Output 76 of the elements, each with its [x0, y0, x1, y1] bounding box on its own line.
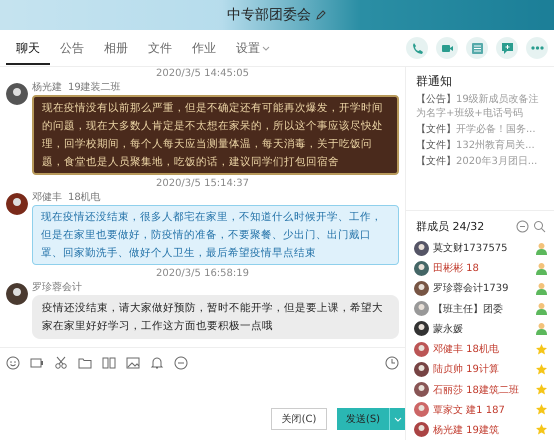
- message-bubble: 疫情还没结束，请大家做好预防，暂时不能开学，但是要上课，希望大家在家里好好学习，工作这方面也要积极一点哦: [32, 295, 399, 339]
- window-title: 中专部团委会: [227, 6, 311, 24]
- member-name[interactable]: 覃家文 建1 187: [433, 402, 531, 417]
- avatar: [414, 321, 429, 336]
- member-name[interactable]: 陆贞帅 19计算: [433, 362, 531, 376]
- timestamp: 2020/3/5 15:14:37: [154, 177, 250, 191]
- add-chat-button[interactable]: [496, 37, 518, 59]
- notice-item[interactable]: 【文件】开学必备！国务...: [416, 123, 544, 137]
- folder-icon[interactable]: [78, 356, 92, 370]
- caret-icon: [394, 415, 402, 423]
- avatar: [414, 301, 429, 316]
- sender-name: 罗珍蓉会计: [32, 281, 82, 295]
- history-icon[interactable]: [385, 356, 399, 370]
- person-icon: [535, 302, 548, 316]
- avatar: [6, 283, 28, 305]
- star-icon: [535, 383, 548, 396]
- tab[interactable]: 公告: [50, 32, 94, 64]
- notice-item[interactable]: 【文件】2020年3月团日...: [416, 155, 544, 169]
- sender-tag: 19建装二班: [68, 81, 121, 95]
- avatar: [6, 193, 28, 215]
- members-title: 群成员 24/32: [416, 218, 486, 234]
- tab[interactable]: 聊天: [6, 32, 50, 64]
- emoji-icon[interactable]: [6, 356, 20, 370]
- avatar: [414, 260, 429, 276]
- tab[interactable]: 设置: [226, 32, 280, 64]
- avatar: [414, 342, 429, 357]
- more-button[interactable]: [526, 37, 548, 59]
- avatar: [414, 382, 429, 398]
- tab[interactable]: 相册: [94, 32, 138, 64]
- scissors-icon[interactable]: [54, 356, 68, 370]
- sender-name: 邓健丰: [32, 191, 62, 205]
- star-icon: [535, 423, 548, 436]
- member-name[interactable]: 杨光建 19建筑: [433, 422, 531, 437]
- caret-icon: [262, 44, 270, 52]
- star-icon: [535, 362, 548, 376]
- avatar: [6, 83, 28, 105]
- send-button[interactable]: 发送(S): [337, 408, 389, 430]
- avatar: [414, 362, 429, 377]
- image-icon[interactable]: [126, 356, 140, 370]
- close-button[interactable]: 关闭(C): [271, 408, 327, 430]
- search-icon[interactable]: [533, 220, 546, 233]
- lesson-button[interactable]: [466, 37, 488, 59]
- person-icon: [535, 322, 548, 336]
- timestamp: 2020/3/5 16:58:19: [154, 267, 250, 281]
- notice-item[interactable]: 【公告】19级新成员改备注为名字+班级+电话号码: [416, 93, 544, 121]
- add-chat-icon: [500, 40, 514, 56]
- star-icon: [535, 342, 548, 356]
- video-button[interactable]: [436, 37, 458, 59]
- avatar: [414, 240, 429, 256]
- notice-title: 群通知: [416, 73, 453, 90]
- sender-name: 杨光建: [32, 81, 62, 95]
- person-icon: [535, 242, 548, 254]
- sender-tag: 18机电: [68, 191, 101, 205]
- pencil-icon[interactable]: [315, 9, 327, 21]
- timestamp: 2020/3/5 14:45:05: [154, 67, 250, 81]
- tab[interactable]: 文件: [138, 32, 182, 64]
- lesson-icon: [470, 40, 484, 56]
- member-name[interactable]: 石丽莎 18建筑二班: [433, 382, 531, 397]
- notice-item[interactable]: 【文件】132州教育局关...: [416, 139, 544, 153]
- avatar: [414, 422, 429, 438]
- person-icon: [535, 262, 548, 275]
- bell-icon[interactable]: [150, 356, 164, 370]
- phone-button[interactable]: [406, 37, 428, 59]
- member-name[interactable]: 【班主任】团委: [433, 302, 531, 316]
- message-bubble: 现在疫情没有以前那么严重，但是不确定还有可能再次爆发，开学时间的问题，现在大多数人肯定是不太想在家呆的，所以这个事应该尽快处理，回学校期间，每个人每天应当测量体温，每天消毒，关于吃饭问题，食堂也是人员聚集地，吃饭的话，建议同学们打包回宿舍: [32, 95, 399, 175]
- avatar: [414, 280, 429, 296]
- member-name[interactable]: 田彬彬 18: [433, 261, 531, 276]
- member-name[interactable]: 邓健丰 18机电: [433, 342, 531, 356]
- tab[interactable]: 作业: [182, 32, 226, 64]
- member-name[interactable]: 蒙永媛: [433, 322, 531, 336]
- member-name[interactable]: 莫文财1737575: [433, 241, 531, 255]
- star-icon: [535, 403, 548, 416]
- message-bubble: 现在疫情还没结束，很多人都宅在家里，不知道什么时候开学、工作，但是在家里也要做好，防疫情的准备，不要聚餐、少出门、出门戴口罩、回家勤洗手、做好个人卫生，最后希望疫情早点结束: [32, 205, 399, 265]
- member-name[interactable]: 罗珍蓉会计1739: [433, 281, 531, 296]
- avatar: [414, 402, 429, 418]
- person-icon: [535, 282, 548, 295]
